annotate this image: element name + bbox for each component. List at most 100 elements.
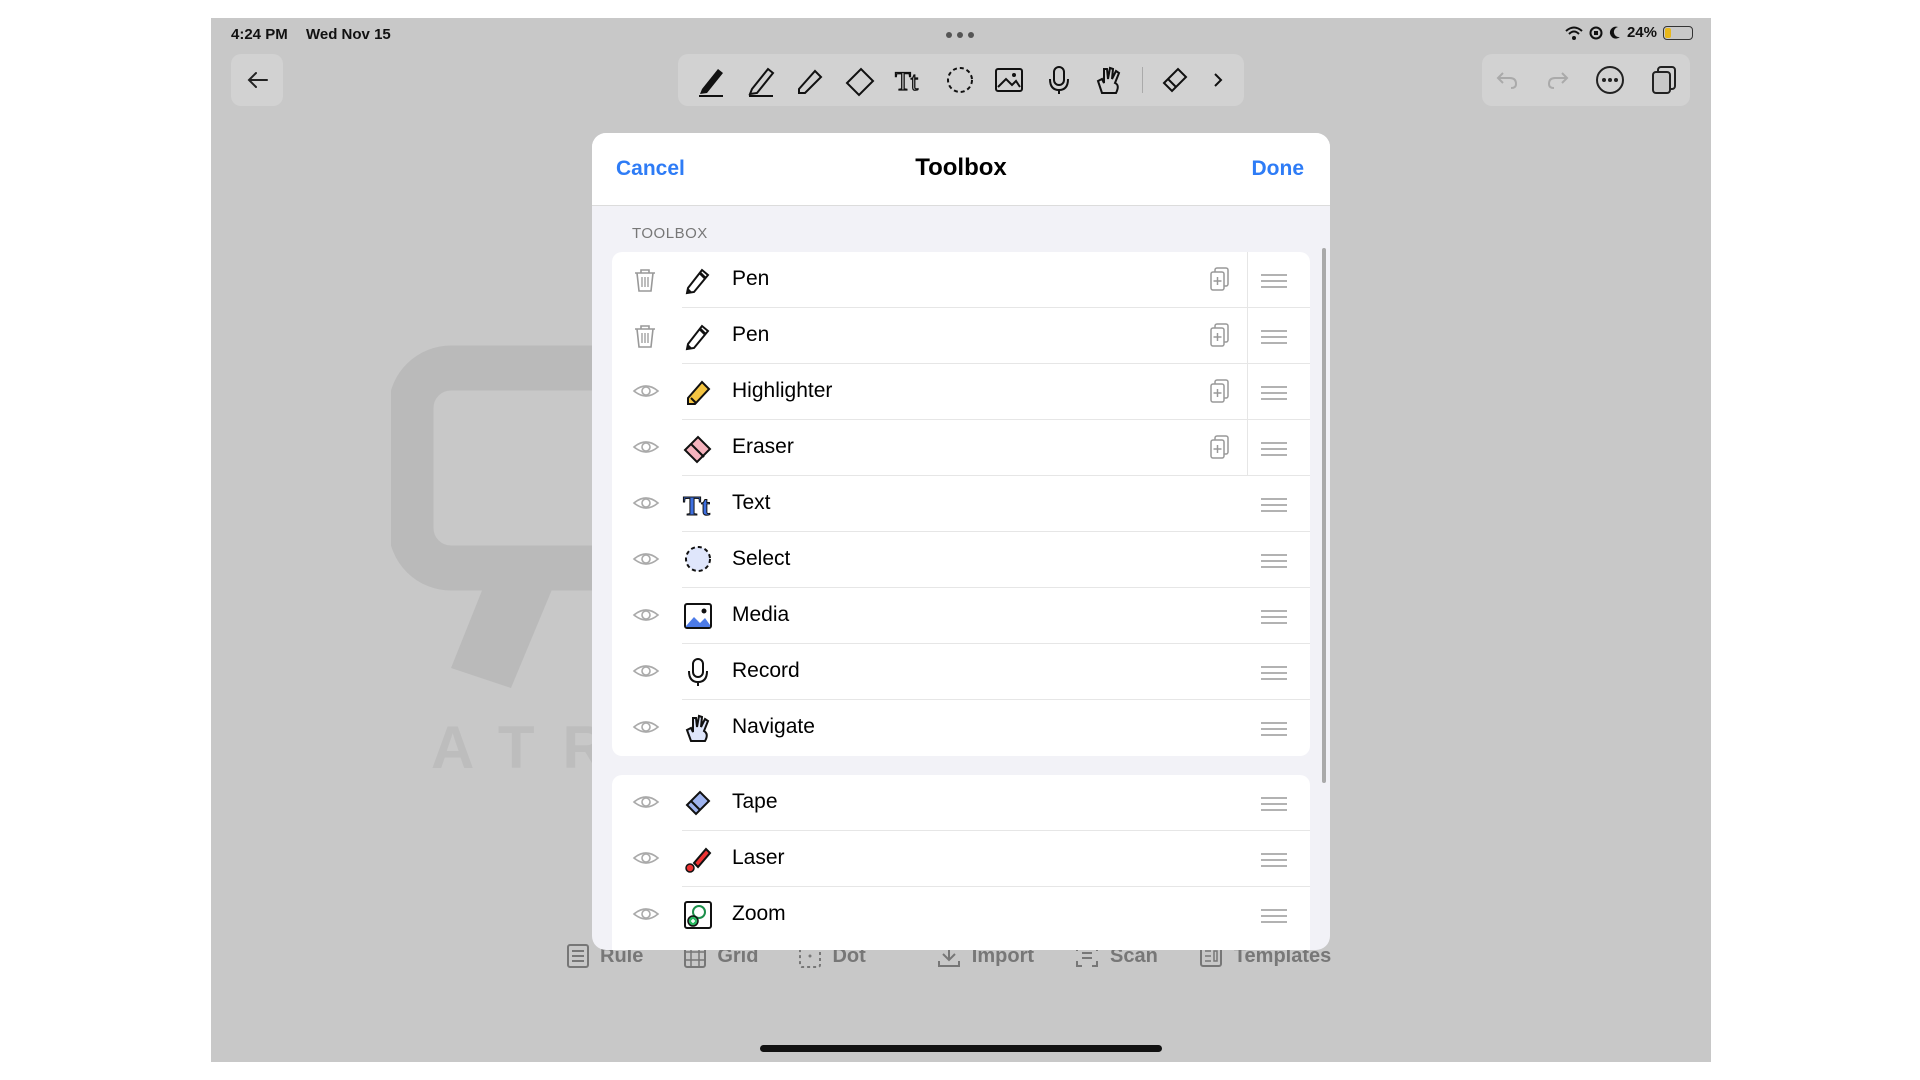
visibility-toggle[interactable] <box>632 434 660 467</box>
tool-row-zoom[interactable]: Zoom <box>612 887 1310 943</box>
drag-handle[interactable] <box>1260 553 1288 574</box>
tool-icon <box>682 656 714 693</box>
tool-icon <box>682 712 714 749</box>
drag-handle[interactable] <box>1260 721 1288 742</box>
hand-icon <box>685 714 710 742</box>
visibility-toggle[interactable] <box>632 490 660 523</box>
row-divider <box>1247 252 1248 308</box>
done-button[interactable]: Done <box>1252 157 1305 181</box>
tool-row-pen[interactable]: Pen <box>612 308 1310 364</box>
home-indicator[interactable] <box>760 1045 1162 1052</box>
scrollbar[interactable] <box>1322 248 1326 783</box>
tool-row-record[interactable]: Record <box>612 644 1310 700</box>
chevron-right-icon[interactable] <box>1208 70 1228 90</box>
eye-icon <box>632 721 660 733</box>
reorder-icon <box>1261 442 1287 456</box>
delete-button[interactable] <box>632 322 660 355</box>
lasso-icon <box>685 546 711 572</box>
tool-icon <box>682 899 714 936</box>
row-divider <box>1247 420 1248 476</box>
tool-label: Navigate <box>732 715 815 738</box>
tool-row-navigate[interactable]: Navigate <box>612 700 1310 756</box>
text-icon: Tt <box>683 491 711 522</box>
drag-handle[interactable] <box>1260 665 1288 686</box>
extra-tools-list: Tape Laser Zoom <box>612 775 1310 950</box>
duplicate-button[interactable] <box>1207 378 1233 411</box>
tape-icon[interactable] <box>1158 63 1192 97</box>
tool-label: Highlighter <box>732 379 833 402</box>
pages-icon[interactable] <box>1650 65 1678 95</box>
sheet-title: Toolbox <box>915 154 1007 181</box>
tool-row-media[interactable]: Media <box>612 588 1310 644</box>
duplicate-button[interactable] <box>1207 266 1233 299</box>
visibility-toggle[interactable] <box>632 546 660 579</box>
redo-icon[interactable] <box>1545 67 1571 93</box>
drag-handle[interactable] <box>1260 329 1288 350</box>
tool-palette: Tt <box>678 54 1244 106</box>
visibility-toggle[interactable] <box>632 789 660 822</box>
duplicate-button[interactable] <box>1207 434 1233 467</box>
drag-handle[interactable] <box>1260 441 1288 462</box>
highlighter-icon[interactable] <box>793 63 827 97</box>
toolbox-sheet: Cancel Toolbox Done TOOLBOX Pen Pen Highli… <box>592 133 1330 950</box>
tool-label: Media <box>732 603 790 626</box>
reorder-icon <box>1261 666 1287 680</box>
microphone-icon[interactable] <box>1042 63 1076 97</box>
tool-row-pen[interactable]: Pen <box>612 252 1310 308</box>
duplicate-button[interactable] <box>1207 322 1233 355</box>
svg-text:Tt: Tt <box>683 491 710 520</box>
drag-handle[interactable] <box>1260 852 1288 873</box>
battery-percent: 24% <box>1626 24 1657 41</box>
reorder-icon <box>1261 853 1287 867</box>
tool-icon <box>682 320 714 357</box>
reorder-icon <box>1261 797 1287 811</box>
undo-icon[interactable] <box>1494 67 1520 93</box>
visibility-toggle[interactable] <box>632 378 660 411</box>
back-button[interactable] <box>231 54 283 106</box>
tool-row-eraser[interactable]: Eraser <box>612 420 1310 476</box>
tool-icon <box>682 787 714 824</box>
hand-icon[interactable] <box>1092 63 1126 97</box>
section-header: TOOLBOX <box>632 225 708 242</box>
drag-handle[interactable] <box>1260 273 1288 294</box>
moon-icon <box>1609 26 1620 39</box>
status-date: Wed Nov 15 <box>306 26 391 43</box>
image-icon[interactable] <box>992 63 1026 97</box>
tool-label: Tape <box>732 790 778 813</box>
visibility-toggle[interactable] <box>632 845 660 878</box>
delete-button[interactable] <box>632 266 660 299</box>
tool-row-text[interactable]: Tt Text <box>612 476 1310 532</box>
svg-text:Tt: Tt <box>895 67 919 96</box>
drag-handle[interactable] <box>1260 385 1288 406</box>
reorder-icon <box>1261 330 1287 344</box>
drag-handle[interactable] <box>1260 796 1288 817</box>
text-icon[interactable]: Tt <box>893 63 927 97</box>
drag-handle[interactable] <box>1260 908 1288 929</box>
tool-row-select[interactable]: Select <box>612 532 1310 588</box>
tool-row-tape[interactable]: Tape <box>612 775 1310 831</box>
tool-row-laser[interactable]: Laser <box>612 831 1310 887</box>
row-divider <box>1247 308 1248 364</box>
drag-handle[interactable] <box>1260 609 1288 630</box>
drag-handle[interactable] <box>1260 497 1288 518</box>
more-icon[interactable] <box>1595 65 1625 95</box>
tool-label: Zoom <box>732 902 786 925</box>
tool-icon <box>682 376 714 413</box>
pen-icon[interactable] <box>694 63 728 97</box>
battery-icon <box>1663 25 1693 40</box>
image-icon <box>684 603 712 629</box>
pen-icon <box>685 324 710 351</box>
tool-row-highlighter[interactable]: Highlighter <box>612 364 1310 420</box>
visibility-toggle[interactable] <box>632 901 660 934</box>
pen-icon[interactable] <box>744 63 778 97</box>
zoom-icon <box>684 901 712 929</box>
duplicate-icon <box>1210 267 1229 291</box>
visibility-toggle[interactable] <box>632 602 660 635</box>
eraser-icon[interactable] <box>843 63 877 97</box>
tool-icon <box>682 843 714 880</box>
lasso-icon[interactable] <box>943 63 977 97</box>
tool-icon: Tt <box>682 488 714 525</box>
visibility-toggle[interactable] <box>632 714 660 747</box>
multitask-dots[interactable] <box>946 32 974 38</box>
visibility-toggle[interactable] <box>632 658 660 691</box>
